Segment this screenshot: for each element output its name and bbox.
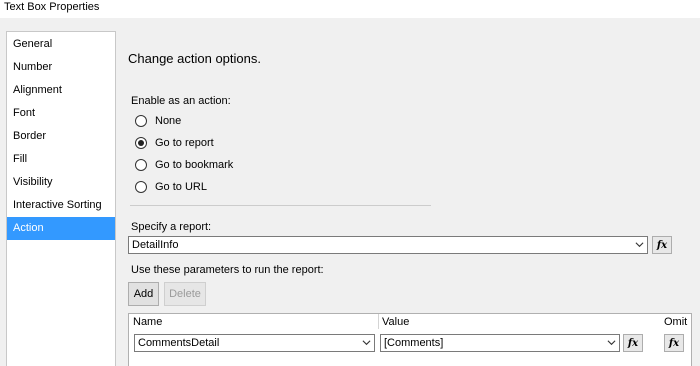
title-bar: Text Box Properties (0, 0, 700, 18)
add-button[interactable]: Add (128, 282, 159, 306)
sidebar-item-action[interactable]: Action (7, 217, 115, 240)
parameters-grid: Name Value Omit CommentsDetail [Comments… (128, 313, 692, 366)
sidebar-item-font[interactable]: Font (7, 102, 115, 125)
sidebar-item-border[interactable]: Border (7, 125, 115, 148)
sidebar-item-visibility[interactable]: Visibility (7, 171, 115, 194)
radio-go-to-report-circle[interactable] (135, 137, 147, 149)
report-expression-button[interactable]: fx (652, 236, 672, 254)
radio-go-to-bookmark-circle[interactable] (135, 159, 147, 171)
radio-none[interactable]: None (135, 114, 181, 128)
delete-button[interactable]: Delete (164, 282, 206, 306)
specify-report-label: Specify a report: (131, 221, 212, 233)
enable-action-label: Enable as an action: (131, 95, 231, 107)
param-value-expression-button[interactable]: fx (623, 334, 643, 352)
column-header-value: Value (382, 316, 410, 328)
report-select[interactable]: DetailInfo (128, 236, 648, 254)
sidebar-item-number[interactable]: Number (7, 56, 115, 79)
window-title: Text Box Properties (4, 1, 100, 13)
divider (130, 205, 431, 206)
report-select-value: DetailInfo (132, 239, 179, 251)
column-header-name: Name (133, 316, 163, 328)
param-name-select[interactable]: CommentsDetail (134, 334, 375, 352)
sidebar-item-general[interactable]: General (7, 33, 115, 56)
fx-icon: fx (656, 239, 668, 251)
radio-go-to-bookmark[interactable]: Go to bookmark (135, 158, 233, 172)
radio-none-circle[interactable] (135, 115, 147, 127)
main-panel: Change action options. Enable as an acti… (116, 18, 700, 366)
column-header-omit: Omit (664, 316, 688, 328)
dialog-body: General Number Alignment Font Border Fil… (0, 18, 700, 366)
chevron-down-icon (635, 242, 644, 248)
param-value-value: [Comments] (384, 337, 444, 349)
sidebar-item-alignment[interactable]: Alignment (7, 79, 115, 102)
radio-go-to-report[interactable]: Go to report (135, 136, 214, 150)
parameters-label: Use these parameters to run the report: (131, 264, 324, 276)
radio-go-to-url-label: Go to URL (155, 181, 207, 193)
param-value-select[interactable]: [Comments] (380, 334, 620, 352)
radio-go-to-url-circle[interactable] (135, 181, 147, 193)
radio-go-to-url[interactable]: Go to URL (135, 180, 207, 194)
sidebar-item-interactive-sorting[interactable]: Interactive Sorting (7, 194, 115, 217)
param-name-value: CommentsDetail (138, 337, 220, 349)
chevron-down-icon (362, 340, 371, 346)
param-omit-expression-button[interactable]: fx (664, 334, 684, 352)
radio-go-to-report-label: Go to report (155, 137, 214, 149)
fx-icon: fx (668, 337, 680, 349)
sidebar: General Number Alignment Font Border Fil… (6, 31, 116, 366)
radio-go-to-bookmark-label: Go to bookmark (155, 159, 234, 171)
page-heading: Change action options. (128, 51, 261, 66)
chevron-down-icon (607, 340, 616, 346)
radio-none-label: None (155, 115, 182, 127)
fx-icon: fx (627, 337, 639, 349)
column-separator (378, 314, 379, 329)
sidebar-item-fill[interactable]: Fill (7, 148, 115, 171)
